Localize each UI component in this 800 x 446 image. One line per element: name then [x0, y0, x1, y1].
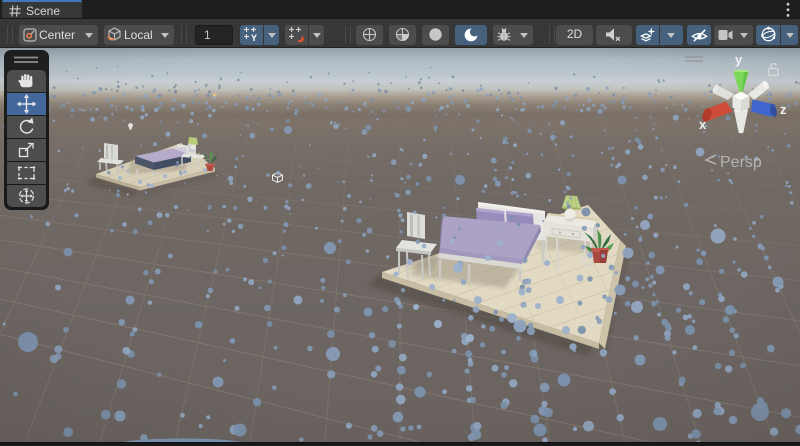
svg-text:Persp: Persp — [720, 154, 762, 171]
svg-text:z: z — [780, 102, 787, 117]
svg-text:y: y — [735, 52, 743, 67]
svg-text:x: x — [699, 117, 707, 132]
svg-text:Y: Y — [251, 33, 257, 42]
